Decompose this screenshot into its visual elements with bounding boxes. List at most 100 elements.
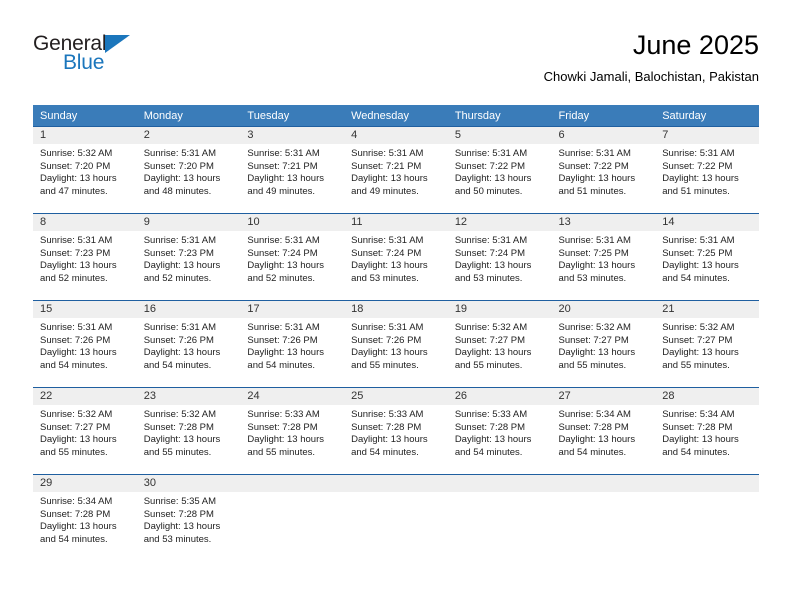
calendar-day-cell[interactable]: 7 Sunrise: 5:31 AM Sunset: 7:22 PM Daylight… xyxy=(655,126,759,214)
day-number: 1 xyxy=(33,127,137,144)
calendar-day-cell[interactable]: 23 Sunrise: 5:32 AM Sunset: 7:28 PM Dayligh… xyxy=(136,387,241,475)
day-cell-inner: 18 Sunrise: 5:31 AM Sunset: 7:26 PM Dayligh… xyxy=(344,301,448,387)
day-number: 10 xyxy=(240,214,345,231)
daylight-duration-line2: and 53 minutes. xyxy=(558,272,627,284)
daylight-duration-line1: Daylight: 13 hours xyxy=(662,434,739,446)
daylight-duration-line2: and 54 minutes. xyxy=(351,446,419,458)
day-cell-details: Sunrise: 5:32 AM Sunset: 7:27 PM Daylight:… xyxy=(655,318,759,372)
daylight-duration-line2: and 54 minutes. xyxy=(40,533,108,545)
sunset-time: Sunset: 7:24 PM xyxy=(351,247,422,259)
day-cell-inner: 29 Sunrise: 5:34 AM Sunset: 7:28 PM Dayligh… xyxy=(33,475,137,561)
sunrise-time: Sunrise: 5:31 AM xyxy=(662,235,735,246)
calendar-day-cell[interactable]: 17 Sunrise: 5:31 AM Sunset: 7:26 PM Dayligh… xyxy=(240,300,345,388)
daylight-duration-line2: and 54 minutes. xyxy=(662,446,730,458)
sunset-time: Sunset: 7:27 PM xyxy=(454,334,526,346)
weekday-header-monday: Monday xyxy=(136,105,241,127)
day-cell-details: Sunrise: 5:31 AM Sunset: 7:22 PM Daylight:… xyxy=(448,144,552,198)
daylight-duration-line2: and 55 minutes. xyxy=(454,359,523,371)
calendar-body: 1 Sunrise: 5:32 AM Sunset: 7:20 PM Daylight… xyxy=(33,126,759,561)
calendar-day-cell[interactable]: 3 Sunrise: 5:31 AM Sunset: 7:21 PM Daylight… xyxy=(240,126,345,214)
calendar-day-cell[interactable]: 6 Sunrise: 5:31 AM Sunset: 7:22 PM Daylight… xyxy=(551,126,656,214)
sunset-time: Sunset: 7:27 PM xyxy=(662,334,733,346)
calendar-day-cell[interactable]: 4 Sunrise: 5:31 AM Sunset: 7:21 PM Daylight… xyxy=(344,126,448,214)
day-cell-inner: 16 Sunrise: 5:31 AM Sunset: 7:26 PM Dayligh… xyxy=(136,301,241,387)
day-number: 11 xyxy=(344,214,448,231)
daylight-duration-line1: Daylight: 13 hours xyxy=(558,260,636,272)
general-blue-logo[interactable]: General Blue xyxy=(33,32,213,84)
sunrise-time: Sunrise: 5:31 AM xyxy=(40,235,113,246)
day-number: 3 xyxy=(240,127,345,144)
day-cell-details: Sunrise: 5:31 AM Sunset: 7:23 PM Daylight:… xyxy=(33,231,137,285)
day-cell-inner xyxy=(240,475,345,561)
sunset-time: Sunset: 7:20 PM xyxy=(40,160,111,172)
day-cell-details: Sunrise: 5:31 AM Sunset: 7:24 PM Daylight:… xyxy=(448,231,552,285)
sunrise-time: Sunrise: 5:35 AM xyxy=(143,496,217,507)
day-cell-details: Sunrise: 5:33 AM Sunset: 7:28 PM Daylight:… xyxy=(240,405,344,459)
daylight-duration-line2: and 55 minutes. xyxy=(558,359,627,371)
day-cell-details: Sunrise: 5:31 AM Sunset: 7:23 PM Daylight:… xyxy=(137,231,241,285)
sunset-time: Sunset: 7:28 PM xyxy=(558,421,629,433)
daylight-duration-line2: and 54 minutes. xyxy=(143,359,212,371)
daylight-duration-line2: and 53 minutes. xyxy=(143,533,212,545)
sunset-time: Sunset: 7:26 PM xyxy=(143,334,214,346)
day-number: 23 xyxy=(136,388,241,405)
day-cell-inner: 5 Sunrise: 5:31 AM Sunset: 7:22 PM Daylight… xyxy=(447,127,552,213)
calendar-day-cell[interactable]: 18 Sunrise: 5:31 AM Sunset: 7:26 PM Dayligh… xyxy=(344,300,448,388)
calendar-day-cell[interactable]: 16 Sunrise: 5:31 AM Sunset: 7:26 PM Dayligh… xyxy=(136,300,241,388)
daylight-duration-line1: Daylight: 13 hours xyxy=(143,173,221,185)
calendar-day-cell[interactable]: 20 Sunrise: 5:32 AM Sunset: 7:27 PM Dayligh… xyxy=(551,300,656,388)
day-number: 13 xyxy=(551,214,656,231)
calendar-day-cell[interactable]: 19 Sunrise: 5:32 AM Sunset: 7:27 PM Dayligh… xyxy=(447,300,552,388)
day-cell-details: Sunrise: 5:31 AM Sunset: 7:26 PM Daylight:… xyxy=(137,318,241,372)
calendar-day-cell[interactable]: 13 Sunrise: 5:31 AM Sunset: 7:25 PM Dayligh… xyxy=(551,213,656,301)
calendar-day-cell[interactable]: 5 Sunrise: 5:31 AM Sunset: 7:22 PM Daylight… xyxy=(447,126,552,214)
day-cell-details: Sunrise: 5:32 AM Sunset: 7:20 PM Daylight:… xyxy=(33,144,137,198)
daylight-duration-line2: and 54 minutes. xyxy=(662,272,730,284)
calendar-day-cell[interactable]: 22 Sunrise: 5:32 AM Sunset: 7:27 PM Dayligh… xyxy=(33,387,137,475)
day-cell-details: Sunrise: 5:31 AM Sunset: 7:24 PM Daylight:… xyxy=(344,231,448,285)
daylight-duration-line2: and 51 minutes. xyxy=(558,185,627,197)
calendar-week-row: 22 Sunrise: 5:32 AM Sunset: 7:27 PM Dayligh… xyxy=(33,387,759,475)
calendar-day-cell[interactable]: 27 Sunrise: 5:34 AM Sunset: 7:28 PM Dayligh… xyxy=(551,387,656,475)
calendar-day-cell[interactable]: 11 Sunrise: 5:31 AM Sunset: 7:24 PM Dayligh… xyxy=(344,213,448,301)
calendar-day-cell[interactable]: 9 Sunrise: 5:31 AM Sunset: 7:23 PM Daylight… xyxy=(136,213,241,301)
calendar-day-cell[interactable]: 26 Sunrise: 5:33 AM Sunset: 7:28 PM Dayligh… xyxy=(447,387,552,475)
daylight-duration-line2: and 55 minutes. xyxy=(662,359,730,371)
daylight-duration-line2: and 53 minutes. xyxy=(454,272,523,284)
day-number: 12 xyxy=(447,214,552,231)
calendar-day-cell[interactable]: 15 Sunrise: 5:31 AM Sunset: 7:26 PM Dayligh… xyxy=(33,300,137,388)
calendar-day-cell[interactable]: 25 Sunrise: 5:33 AM Sunset: 7:28 PM Dayligh… xyxy=(344,387,448,475)
sunrise-time: Sunrise: 5:31 AM xyxy=(454,148,528,159)
day-cell-inner: 11 Sunrise: 5:31 AM Sunset: 7:24 PM Dayligh… xyxy=(344,214,448,300)
day-cell-inner: 10 Sunrise: 5:31 AM Sunset: 7:24 PM Dayligh… xyxy=(240,214,345,300)
sunrise-time: Sunrise: 5:31 AM xyxy=(247,235,320,246)
calendar-day-cell[interactable]: 14 Sunrise: 5:31 AM Sunset: 7:25 PM Dayligh… xyxy=(655,213,759,301)
calendar-day-cell[interactable]: 28 Sunrise: 5:34 AM Sunset: 7:28 PM Dayligh… xyxy=(655,387,759,475)
calendar-day-cell[interactable]: 8 Sunrise: 5:31 AM Sunset: 7:23 PM Daylight… xyxy=(33,213,137,301)
logo-text-blue: Blue xyxy=(63,51,105,74)
calendar-empty-cell xyxy=(344,474,448,561)
day-cell-details: Sunrise: 5:32 AM Sunset: 7:27 PM Daylight:… xyxy=(448,318,552,372)
calendar-day-cell[interactable]: 2 Sunrise: 5:31 AM Sunset: 7:20 PM Daylight… xyxy=(136,126,241,214)
day-cell-details: Sunrise: 5:31 AM Sunset: 7:24 PM Daylight:… xyxy=(240,231,344,285)
day-cell-details: Sunrise: 5:31 AM Sunset: 7:22 PM Daylight:… xyxy=(552,144,656,198)
day-number: 22 xyxy=(33,388,137,405)
sunrise-time: Sunrise: 5:31 AM xyxy=(40,322,113,333)
calendar-day-cell[interactable]: 29 Sunrise: 5:34 AM Sunset: 7:28 PM Dayligh… xyxy=(33,474,137,561)
day-number: 24 xyxy=(240,388,345,405)
calendar-day-cell[interactable]: 24 Sunrise: 5:33 AM Sunset: 7:28 PM Dayligh… xyxy=(240,387,345,475)
calendar-day-cell[interactable]: 1 Sunrise: 5:32 AM Sunset: 7:20 PM Daylight… xyxy=(33,126,137,214)
daylight-duration-line2: and 55 minutes. xyxy=(351,359,419,371)
sunset-time: Sunset: 7:26 PM xyxy=(40,334,111,346)
calendar-day-cell[interactable]: 21 Sunrise: 5:32 AM Sunset: 7:27 PM Dayligh… xyxy=(655,300,759,388)
calendar-day-cell[interactable]: 12 Sunrise: 5:31 AM Sunset: 7:24 PM Dayligh… xyxy=(447,213,552,301)
daylight-duration-line1: Daylight: 13 hours xyxy=(40,347,117,359)
calendar-day-cell[interactable]: 10 Sunrise: 5:31 AM Sunset: 7:24 PM Dayligh… xyxy=(240,213,345,301)
daylight-duration-line1: Daylight: 13 hours xyxy=(351,347,428,359)
calendar-day-cell[interactable]: 30 Sunrise: 5:35 AM Sunset: 7:28 PM Dayligh… xyxy=(136,474,241,561)
day-number xyxy=(240,475,345,492)
daylight-duration-line2: and 55 minutes. xyxy=(247,446,316,458)
daylight-duration-line2: and 48 minutes. xyxy=(143,185,212,197)
day-cell-inner: 20 Sunrise: 5:32 AM Sunset: 7:27 PM Dayligh… xyxy=(551,301,656,387)
calendar-week-row: 8 Sunrise: 5:31 AM Sunset: 7:23 PM Daylight… xyxy=(33,213,759,301)
